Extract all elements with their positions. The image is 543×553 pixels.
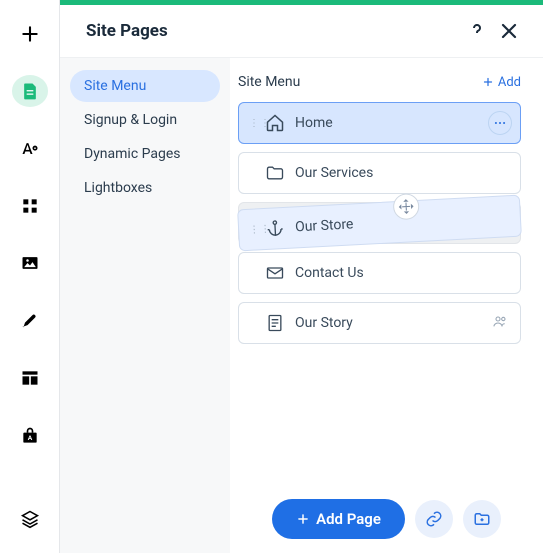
app-icon: A [20, 426, 40, 446]
page-label: Home [295, 115, 333, 131]
add-link[interactable]: Add [482, 75, 521, 90]
layers-icon [20, 509, 40, 529]
add-page-label: Add Page [316, 510, 381, 528]
panel-nav: Site Menu Signup & Login Dynamic Pages L… [60, 58, 230, 553]
members-icon [492, 313, 508, 333]
main-header: Site Menu Add [230, 58, 543, 102]
close-button[interactable] [497, 19, 521, 43]
left-rail: A [0, 0, 60, 553]
panel-header: Site Pages [60, 5, 543, 58]
link-button[interactable] [415, 500, 453, 538]
home-icon [265, 113, 285, 133]
store-button[interactable]: A [12, 420, 48, 451]
panel-footer: Add Page [230, 499, 543, 539]
blog-button[interactable] [12, 305, 48, 336]
page-label: Contact Us [295, 265, 364, 281]
close-icon [497, 19, 521, 43]
nav-item-site-menu[interactable]: Site Menu [70, 70, 220, 102]
plus-icon [20, 24, 40, 44]
nav-item-dynamic-pages[interactable]: Dynamic Pages [70, 138, 220, 170]
panel-title: Site Pages [86, 21, 168, 41]
page-label: Our Services [295, 165, 373, 181]
page-row-home[interactable]: ⋮⋮ Home [238, 102, 521, 144]
help-button[interactable] [465, 19, 489, 43]
link-icon [425, 510, 443, 528]
folder-icon [265, 163, 285, 183]
folder-button[interactable] [463, 500, 501, 538]
drag-handle-icon[interactable]: ⋮⋮ [249, 224, 260, 236]
add-button[interactable] [12, 18, 48, 49]
layout-button[interactable] [12, 363, 48, 394]
more-icon [493, 116, 507, 130]
nav-item-lightboxes[interactable]: Lightboxes [70, 172, 220, 204]
page-row-our-services[interactable]: ⋮⋮ Our Services [238, 152, 521, 194]
plus-icon [482, 76, 494, 88]
page-label: Our Store [295, 216, 354, 235]
pen-icon [20, 311, 40, 331]
image-icon [20, 253, 40, 273]
apps-button[interactable] [12, 190, 48, 221]
font-icon [20, 139, 40, 159]
anchor-icon [265, 218, 286, 239]
mail-icon [265, 263, 285, 283]
layers-button[interactable] [12, 504, 48, 535]
page-more-button[interactable] [488, 111, 512, 135]
folder-plus-icon [473, 510, 491, 528]
site-pages-panel: Site Pages Site Menu Signup & Login Dyna… [60, 0, 543, 553]
page-row-our-story[interactable]: ⋮⋮ Our Story [238, 302, 521, 344]
svg-text:A: A [27, 434, 32, 442]
pages-button[interactable] [12, 75, 48, 106]
main-area: Site Menu Add ⋮⋮ Home [230, 58, 543, 553]
design-button[interactable] [12, 133, 48, 164]
main-title: Site Menu [238, 74, 300, 90]
nav-item-signup-login[interactable]: Signup & Login [70, 104, 220, 136]
add-page-button[interactable]: Add Page [272, 499, 405, 539]
page-row-contact-us[interactable]: ⋮⋮ Contact Us [238, 252, 521, 294]
move-icon [398, 198, 415, 215]
add-link-label: Add [498, 75, 521, 90]
page-list: ⋮⋮ Home ⋮⋮ Our Services [230, 102, 543, 344]
drag-handle-icon[interactable]: ⋮⋮ [249, 118, 259, 129]
move-cursor-badge [393, 193, 420, 220]
page-label: Our Story [295, 315, 353, 331]
page-icon [20, 81, 40, 101]
plus-icon [296, 512, 310, 526]
layout-icon [20, 368, 40, 388]
help-icon [465, 19, 489, 43]
grid-icon [20, 196, 40, 216]
media-button[interactable] [12, 248, 48, 279]
doc-icon [265, 313, 285, 333]
